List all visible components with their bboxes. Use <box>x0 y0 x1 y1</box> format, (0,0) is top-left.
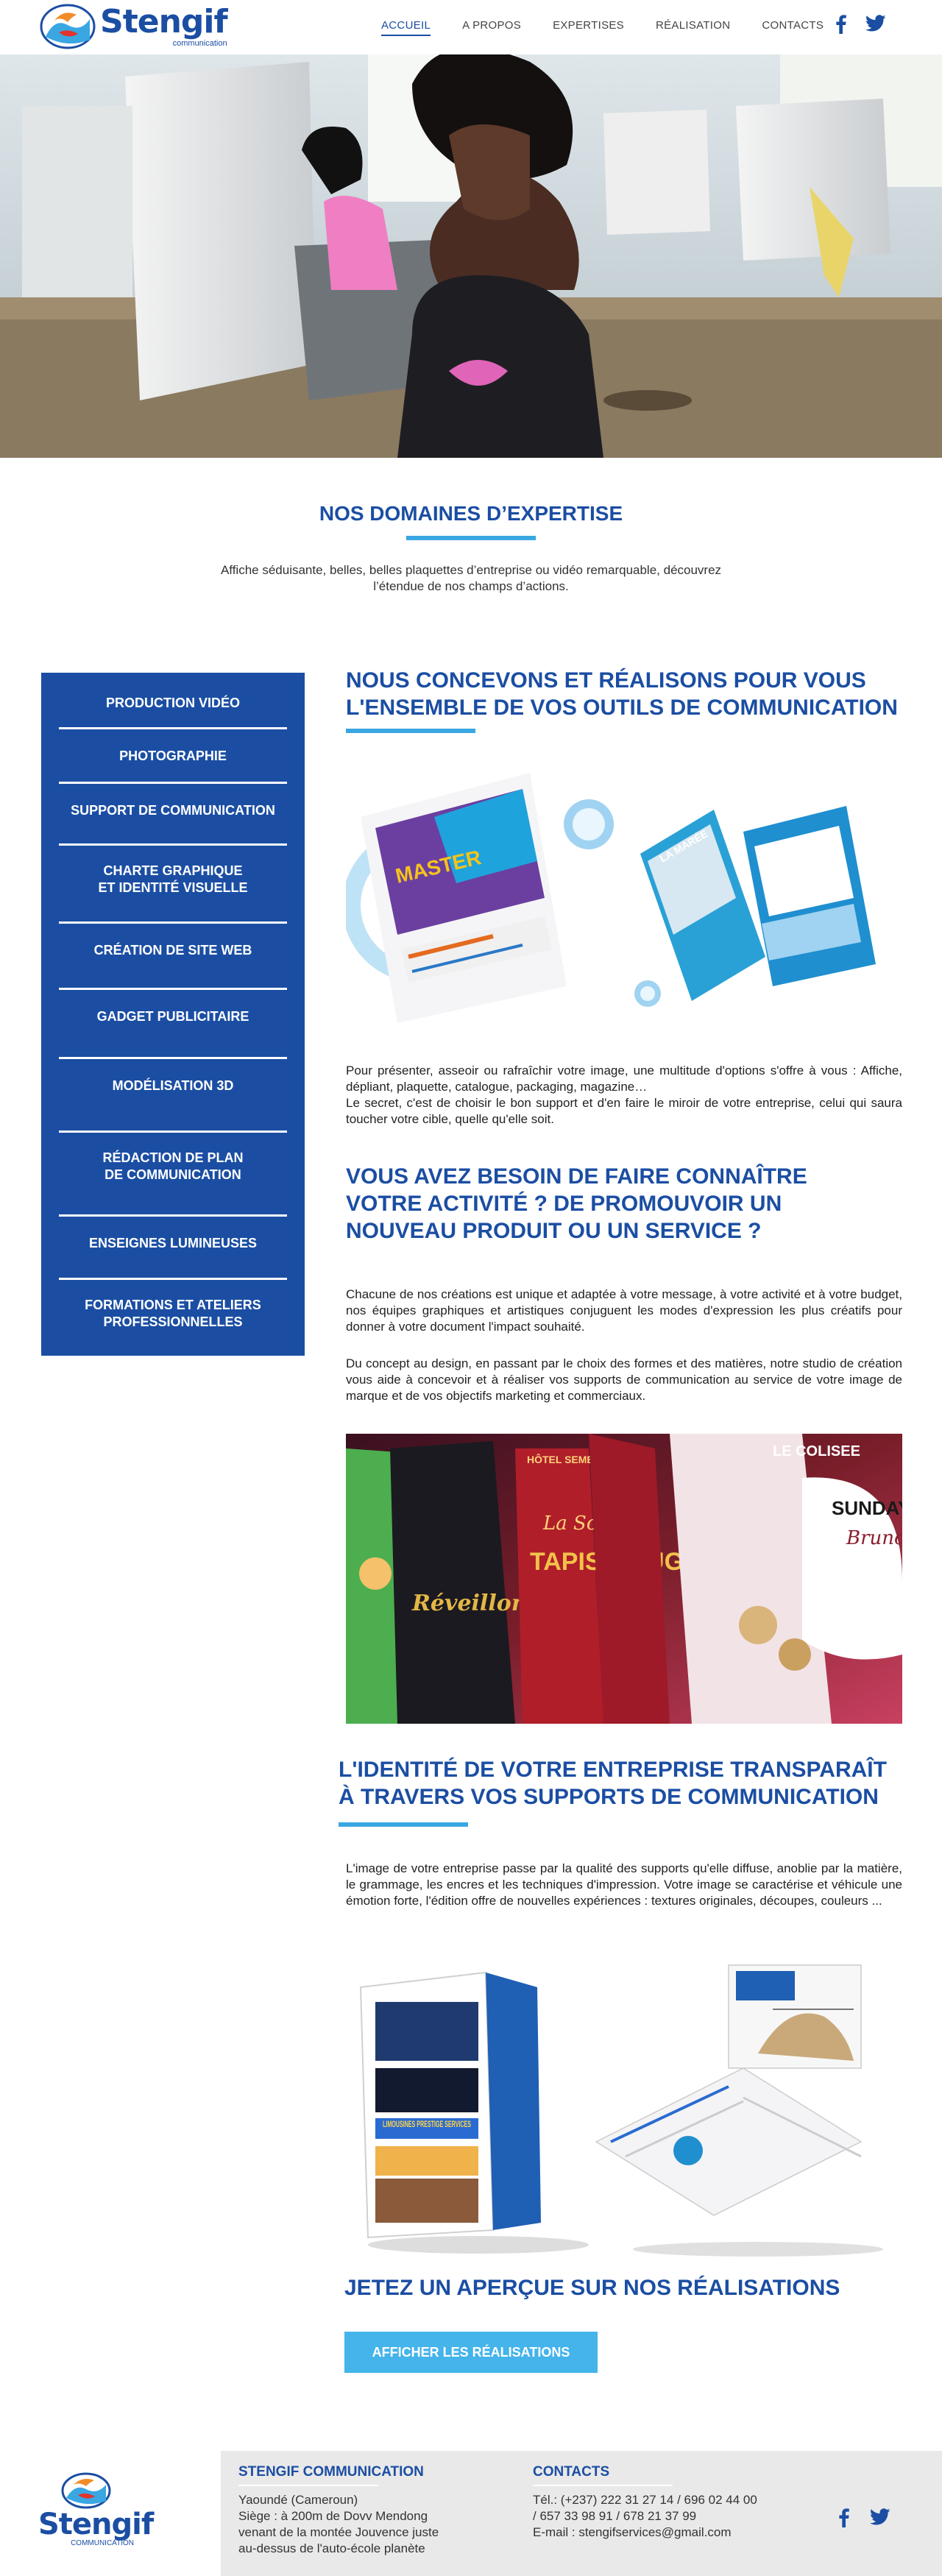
sidebar-divider <box>59 727 287 729</box>
twitter-icon[interactable] <box>865 15 886 32</box>
folders-image: LIMOUSINES PRESTIGE SERVICES <box>346 1958 902 2260</box>
flyers-collage: Réveillon HÔTEL SEME BEACH La Soirée TAP… <box>346 1434 902 1724</box>
content-heading-2: VOUS AVEZ BESOIN DE FAIRE CONNAÎTRE VOTR… <box>346 1164 807 1243</box>
content-heading-3: L'IDENTITÉ DE VOTRE ENTREPRISE TRANSPARA… <box>339 1758 887 1809</box>
footer-logo-name: Stengif <box>38 2508 154 2541</box>
hero-image <box>0 54 942 458</box>
flyer-reveillon-text: Réveillon <box>411 1590 528 1616</box>
nav-item-a-propos[interactable]: A PROPOS <box>462 19 521 36</box>
sidebar-item-formations[interactable]: FORMATIONS ET ATELIERS PROFESSIONNELLES <box>59 1291 287 1337</box>
realisations-title: JETEZ UN APERÇUE SUR NOS RÉALISATIONS <box>344 2276 840 2300</box>
sidebar-divider <box>59 1214 287 1217</box>
flyer-colisee-text: LE COLISEE <box>773 1443 860 1459</box>
footer-phone[interactable]: / 657 33 98 91 / 678 21 37 99 <box>533 2508 812 2524</box>
flyers-image: Réveillon HÔTEL SEME BEACH La Soirée TAP… <box>346 1434 902 1724</box>
heading-underline <box>346 729 475 733</box>
twitter-icon[interactable] <box>870 2508 890 2526</box>
footer-address-line: Yaoundé (Cameroun) <box>238 2493 358 2507</box>
logo-icon <box>40 4 96 49</box>
content-paragraph-1: Pour présenter, asseoir ou rafraîchir vo… <box>346 1064 902 1126</box>
brochure-image-1: MASTER LA MARÉE <box>346 765 905 1023</box>
nav-item-realisation[interactable]: RÉALISATION <box>656 19 730 36</box>
sidebar-item-creation-site-web[interactable]: CRÉATION DE SITE WEB <box>59 935 287 966</box>
footer-phone[interactable]: Tél.: (+237) 222 31 27 14 / 696 02 44 00 <box>533 2492 812 2508</box>
sidebar-divider <box>59 782 287 784</box>
sidebar-item-modelisation-3d[interactable]: MODÉLISATION 3D <box>59 1070 287 1101</box>
sidebar-item-production-video[interactable]: PRODUCTION VIDÉO <box>59 687 287 718</box>
expertise-sidebar: PRODUCTION VIDÉO PHOTOGRAPHIE SUPPORT DE… <box>41 673 305 1356</box>
header-social <box>836 15 886 34</box>
sidebar-divider <box>59 921 287 924</box>
footer-title-underline <box>533 2485 673 2486</box>
footer-logo-icon <box>61 2472 111 2509</box>
sidebar-item-support-communication[interactable]: SUPPORT DE COMMUNICATION <box>59 795 287 826</box>
site-header: Stengif communication ACCUEIL A PROPOS E… <box>0 0 942 54</box>
sidebar-divider <box>59 1057 287 1059</box>
footer-company: STENGIF COMMUNICATION Yaoundé (Cameroun)… <box>238 2464 489 2557</box>
content-paragraph-4: L'image de votre entreprise passe par la… <box>346 1861 902 1908</box>
expertise-intro: Affiche séduisante, belles, belles plaqu… <box>220 563 722 593</box>
expertise-title-underline <box>406 536 536 540</box>
show-realisations-button[interactable]: AFFICHER LES RÉALISATIONS <box>344 2332 598 2373</box>
folder-limousines-text: LIMOUSINES PRESTIGE SERVICES <box>383 2119 471 2129</box>
main-nav: ACCUEIL A PROPOS EXPERTISES RÉALISATION … <box>381 19 855 36</box>
flyer-brunch-text: Brunch <box>846 1527 902 1549</box>
nav-item-expertises[interactable]: EXPERTISES <box>553 19 624 36</box>
sidebar-item-plan-communication[interactable]: RÉDACTION DE PLAN DE COMMUNICATION <box>59 1144 287 1189</box>
sidebar-item-enseignes-lumineuses[interactable]: ENSEIGNES LUMINEUSES <box>59 1228 287 1259</box>
sidebar-item-charte-graphique[interactable]: CHARTE GRAPHIQUE ET IDENTITÉ VISUELLE <box>59 857 287 902</box>
footer-contacts-title: CONTACTS <box>533 2464 610 2480</box>
sidebar-divider <box>59 843 287 846</box>
content-paragraph-2: Chacune de nos créations est unique et a… <box>346 1287 902 1334</box>
footer-title-underline <box>238 2485 378 2486</box>
content-paragraph-3: Du concept au design, en passant par le … <box>346 1356 902 1403</box>
logo-name: Stengif <box>100 2 228 40</box>
brochure-mockup-1: MASTER LA MARÉE <box>346 765 905 1023</box>
footer-logo-area: Stengif COMMUNICATION <box>0 2451 221 2576</box>
hero-photo <box>0 54 942 458</box>
expertise-title: NOS DOMAINES D’EXPERTISE <box>319 502 623 525</box>
nav-item-accueil[interactable]: ACCUEIL <box>381 19 431 36</box>
footer-email[interactable]: E-mail : stengifservices@gmail.com <box>533 2524 812 2541</box>
footer-company-title: STENGIF COMMUNICATION <box>238 2464 424 2480</box>
logo-subtitle: communication <box>172 38 227 48</box>
site-footer: Stengif COMMUNICATION STENGIF COMMUNICAT… <box>0 2451 942 2576</box>
footer-logo[interactable]: Stengif COMMUNICATION <box>38 2471 154 2547</box>
folders-mockup: LIMOUSINES PRESTIGE SERVICES <box>346 1958 902 2260</box>
facebook-icon[interactable] <box>839 2508 849 2527</box>
sidebar-item-photographie[interactable]: PHOTOGRAPHIE <box>59 740 287 771</box>
sidebar-item-gadget-publicitaire[interactable]: GADGET PUBLICITAIRE <box>59 1001 287 1032</box>
nav-item-contacts[interactable]: CONTACTS <box>762 19 824 36</box>
content-heading-1: NOUS CONCEVONS ET RÉALISONS POUR VOUS L'… <box>346 668 898 720</box>
footer-address-line: Siège : à 200m de Dovv Mendong <box>238 2509 428 2523</box>
sidebar-divider <box>59 1278 287 1280</box>
sidebar-divider <box>59 988 287 990</box>
footer-address-line: venant de la montée Jouvence juste <box>238 2525 439 2539</box>
footer-address-line: au-dessus de l'auto-école planète <box>238 2541 425 2555</box>
sidebar-divider <box>59 1130 287 1133</box>
site-logo[interactable]: Stengif communication <box>38 2 228 50</box>
heading-underline <box>339 1822 468 1827</box>
footer-social <box>839 2508 890 2527</box>
flyer-sunday-text: SUNDAY <box>832 1497 902 1519</box>
facebook-icon[interactable] <box>836 15 846 34</box>
footer-contacts: CONTACTS Tél.: (+237) 222 31 27 14 / 696… <box>533 2464 812 2541</box>
